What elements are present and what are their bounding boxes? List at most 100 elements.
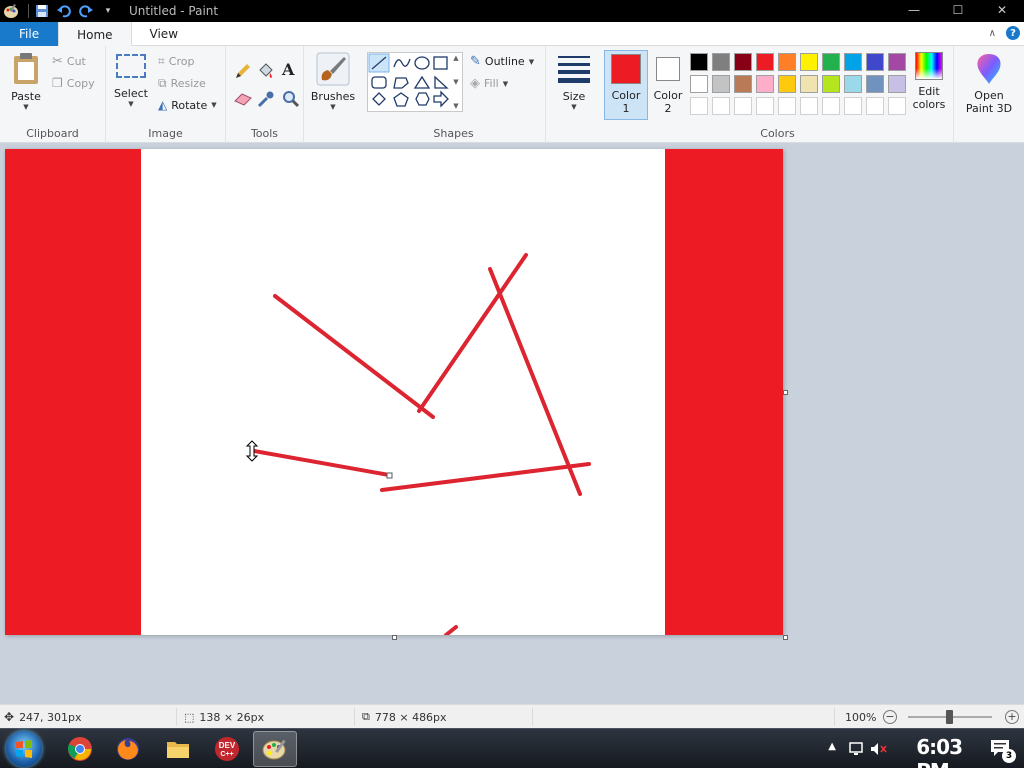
save-icon[interactable] <box>33 2 51 20</box>
undo-icon[interactable] <box>55 2 73 20</box>
custom-color-slot[interactable] <box>888 97 906 115</box>
custom-color-slot[interactable] <box>712 97 730 115</box>
scroll-up-icon[interactable]: ▲ <box>453 54 458 62</box>
color-swatch[interactable] <box>822 75 840 93</box>
shapes-expand-icon[interactable]: ▼ <box>453 102 458 110</box>
help-icon[interactable]: ? <box>1006 26 1020 40</box>
canvas-workspace[interactable] <box>0 144 1024 704</box>
color-swatch[interactable] <box>866 53 884 71</box>
shapes-scrollbar[interactable]: ▲ ▼ ▼ <box>451 54 461 110</box>
redo-icon[interactable] <box>77 2 95 20</box>
edit-colors-button[interactable]: Edit colors <box>908 52 950 111</box>
cut-button[interactable]: ✂ Cut <box>52 54 86 69</box>
close-button[interactable]: ✕ <box>980 0 1024 20</box>
canvas-resize-handle-bottom[interactable] <box>392 635 397 640</box>
taskbar-firefox[interactable] <box>106 731 150 767</box>
taskbar-dev-cpp[interactable]: DEV C++ <box>205 731 249 767</box>
color-swatch[interactable] <box>734 53 752 71</box>
tab-file[interactable]: File <box>0 22 59 46</box>
red-fill-right <box>665 149 783 635</box>
canvas-drawing[interactable] <box>5 149 783 635</box>
rotate-button[interactable]: ◭ Rotate ▼ <box>158 98 217 112</box>
text-tool-icon[interactable]: A <box>282 60 294 79</box>
color-swatch[interactable] <box>800 75 818 93</box>
line-endpoint-handle[interactable] <box>386 472 393 479</box>
start-button[interactable] <box>6 731 42 767</box>
shape-right-triangle-icon[interactable] <box>434 75 449 89</box>
shape-hexagon-icon[interactable] <box>415 92 430 106</box>
shape-rectangle-icon[interactable] <box>433 56 448 70</box>
customize-qa-dropdown-icon[interactable]: ▾ <box>99 2 117 20</box>
scroll-down-icon[interactable]: ▼ <box>453 78 458 86</box>
show-hidden-icons-icon[interactable]: ▲ <box>828 741 836 752</box>
color-swatch[interactable] <box>756 53 774 71</box>
brushes-button[interactable]: Brushes ▼ <box>310 52 356 111</box>
color-swatch[interactable] <box>690 75 708 93</box>
taskbar-chrome[interactable] <box>58 731 102 767</box>
custom-color-slot[interactable] <box>800 97 818 115</box>
zoom-slider-thumb[interactable] <box>946 710 953 724</box>
outline-button[interactable]: ✎ Outline ▼ <box>470 54 534 69</box>
custom-color-slot[interactable] <box>756 97 774 115</box>
open-paint3d-button[interactable]: Open Paint 3D <box>958 52 1020 115</box>
color-swatch[interactable] <box>866 75 884 93</box>
network-icon[interactable] <box>848 741 864 757</box>
size-button[interactable]: Size ▼ <box>554 54 594 111</box>
color-swatch[interactable] <box>778 75 796 93</box>
custom-color-slot[interactable] <box>778 97 796 115</box>
color-swatch[interactable] <box>822 53 840 71</box>
taskbar-file-explorer[interactable] <box>156 731 200 767</box>
custom-color-slot[interactable] <box>734 97 752 115</box>
custom-color-slot[interactable] <box>844 97 862 115</box>
zoom-in-button[interactable]: + <box>1005 710 1019 724</box>
paint-app-icon[interactable] <box>2 2 20 20</box>
zoom-out-button[interactable]: − <box>883 710 897 724</box>
shape-oval-icon[interactable] <box>414 56 430 70</box>
shape-diamond-icon[interactable] <box>372 92 386 106</box>
fill-button[interactable]: ◈ Fill ▼ <box>470 76 508 91</box>
color-swatch[interactable] <box>844 53 862 71</box>
shape-curve-icon[interactable] <box>393 58 411 68</box>
color-swatch[interactable] <box>756 75 774 93</box>
custom-color-slot[interactable] <box>866 97 884 115</box>
volume-muted-icon[interactable] <box>870 741 888 757</box>
drawing-canvas[interactable] <box>5 149 783 635</box>
color-swatch[interactable] <box>844 75 862 93</box>
custom-color-slot[interactable] <box>822 97 840 115</box>
maximize-button[interactable]: ☐ <box>936 0 980 20</box>
color1-button[interactable]: Color 1 <box>604 50 648 120</box>
tab-view[interactable]: View <box>132 22 196 46</box>
shape-triangle-icon[interactable] <box>413 75 431 89</box>
eraser-icon[interactable] <box>234 92 252 106</box>
magnifier-icon[interactable] <box>282 90 300 108</box>
color2-button[interactable]: Color 2 <box>650 53 686 115</box>
shape-arrow-icon[interactable] <box>433 90 449 108</box>
color-swatch[interactable] <box>690 53 708 71</box>
shape-pentagon-icon[interactable] <box>393 92 409 107</box>
color-swatch[interactable] <box>888 53 906 71</box>
crop-button[interactable]: ⌗ Crop <box>158 54 194 69</box>
copy-button[interactable]: ❐ Copy <box>52 76 95 90</box>
paste-button[interactable]: Paste ▼ <box>6 52 46 111</box>
custom-color-slot[interactable] <box>690 97 708 115</box>
select-button[interactable]: Select ▼ <box>112 54 150 108</box>
resize-button[interactable]: ⧉ Resize <box>158 76 206 91</box>
pencil-icon[interactable] <box>234 62 252 80</box>
canvas-resize-handle-right[interactable] <box>783 390 788 395</box>
color-swatch[interactable] <box>778 53 796 71</box>
color-picker-icon[interactable] <box>257 90 275 108</box>
color-swatch[interactable] <box>800 53 818 71</box>
color-swatch[interactable] <box>712 75 730 93</box>
color-swatch[interactable] <box>734 75 752 93</box>
minimize-button[interactable]: — <box>892 0 936 20</box>
tab-home[interactable]: Home <box>58 22 132 47</box>
color-swatch[interactable] <box>712 53 730 71</box>
shape-rounded-rectangle-icon[interactable] <box>371 76 387 89</box>
canvas-resize-handle-corner[interactable] <box>783 635 788 640</box>
collapse-ribbon-icon[interactable]: ∧ <box>989 28 996 39</box>
shape-polygon-icon[interactable] <box>393 77 409 89</box>
color-swatch[interactable] <box>888 75 906 93</box>
fill-bucket-icon[interactable] <box>257 62 275 80</box>
taskbar-clock[interactable]: 6:03 PM <box>916 735 963 768</box>
taskbar-paint[interactable] <box>253 731 297 767</box>
